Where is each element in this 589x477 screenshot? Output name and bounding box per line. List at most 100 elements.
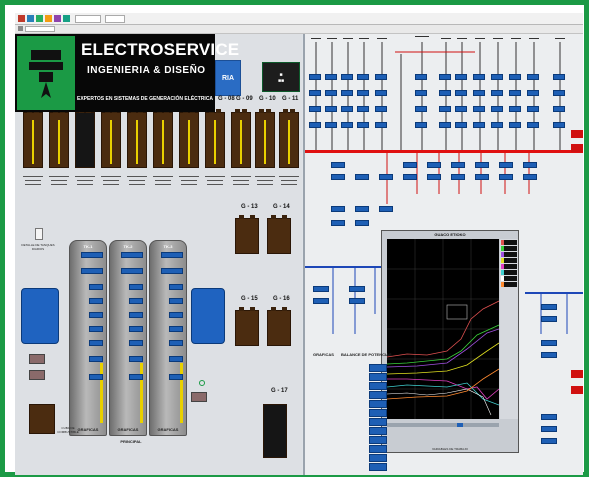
header-brand-badge: ■ ■■ <box>262 62 300 92</box>
graph-scroll-thumb[interactable] <box>457 423 463 427</box>
generator-unit[interactable] <box>235 307 259 346</box>
graph-title: GUACO ETIOKO <box>434 232 466 237</box>
bus-value-box <box>349 286 365 292</box>
tank-label: TK-2 <box>123 244 133 249</box>
tank-value-box <box>129 374 143 380</box>
feeder-value-box <box>341 122 353 128</box>
tank-value-box <box>129 312 143 318</box>
gen-label: G - 17 <box>271 388 288 394</box>
gen-label: G - 10 <box>259 96 276 102</box>
feeder-value-box <box>491 122 503 128</box>
graph-scrollbar[interactable] <box>387 423 499 427</box>
valve-icon[interactable] <box>199 380 205 386</box>
tank-value-box <box>89 312 103 318</box>
gen-label: G - 11 <box>282 96 299 102</box>
feeder-value-box <box>473 122 485 128</box>
toolbar-icon[interactable] <box>36 15 43 22</box>
tank-value-box <box>161 252 183 258</box>
pump-icon[interactable] <box>191 392 207 402</box>
generator-unit[interactable] <box>23 109 43 168</box>
app-icon[interactable] <box>18 15 25 22</box>
generator-unit[interactable] <box>255 109 275 168</box>
bus-value-box <box>313 298 329 304</box>
bus-value-box <box>313 286 329 292</box>
generator-unit[interactable] <box>267 307 291 346</box>
toolbar-field[interactable] <box>105 15 125 23</box>
right-pane: GUACO ETIOKO VARIABLES DE TRABAJO GRAFIC… <box>303 34 583 475</box>
tank-value-box <box>169 312 183 318</box>
window-titlebar <box>15 13 583 25</box>
generator-unit[interactable] <box>179 109 199 168</box>
generator-unit[interactable] <box>263 404 287 458</box>
feeder-value-box <box>509 74 521 80</box>
feeder-value-box <box>473 74 485 80</box>
gen-label: G - 09 <box>236 96 253 102</box>
toolbar-icon[interactable] <box>54 15 61 22</box>
tank-value-box <box>129 284 143 290</box>
feeder-value-box <box>375 90 387 96</box>
gen-label: G - 08 <box>218 96 235 102</box>
plug-icon <box>29 50 63 98</box>
generator-unit[interactable] <box>75 109 95 168</box>
left-pane: ELECTROSERVICE INGENIERIA & DISEÑO EXPER… <box>15 34 302 475</box>
balance-side-links[interactable] <box>313 386 331 426</box>
principal-label: PRINCIPAL <box>120 439 142 444</box>
feeder-value-box <box>415 122 427 128</box>
tank-value-box <box>89 374 103 380</box>
toolbar-icon[interactable] <box>27 15 34 22</box>
branch-value-box <box>523 162 537 168</box>
fuel-panel-right[interactable] <box>191 288 225 344</box>
tank-level <box>180 363 183 423</box>
generator-unit[interactable] <box>235 215 259 254</box>
feeder-value-box <box>375 122 387 128</box>
generator-unit[interactable] <box>279 109 299 168</box>
generator-unit[interactable] <box>267 215 291 254</box>
branch-value-box <box>475 162 489 168</box>
tank-label: TK-1 <box>83 244 93 249</box>
tab-icon[interactable] <box>18 26 23 31</box>
tank-graph-link[interactable]: GRAFICAS <box>150 427 186 432</box>
toolbar-field[interactable] <box>75 15 101 23</box>
tab-bar <box>15 25 583 34</box>
toolbar-icon[interactable] <box>45 15 52 22</box>
generator-unit[interactable] <box>127 109 147 168</box>
branch-value-box <box>355 206 369 212</box>
feeder-value-box <box>357 106 369 112</box>
tank-value-box <box>81 268 103 274</box>
branch-value-box <box>403 162 417 168</box>
balance-title: BALANCE DE POTENCIAS <box>341 352 392 357</box>
generator-unit[interactable] <box>49 109 69 168</box>
pump-icon[interactable] <box>29 354 45 364</box>
pump-icon[interactable] <box>29 370 45 380</box>
branch-value-box <box>355 174 369 180</box>
generator-unit[interactable] <box>205 109 225 168</box>
tank-value-box <box>169 298 183 304</box>
feeder-value-box <box>553 74 565 80</box>
fuel-cube-label: CUBA DE COMBUSTIBLE <box>57 426 79 434</box>
tank-level <box>100 363 103 423</box>
feeder-value-box <box>325 74 337 80</box>
feeder-value-box <box>491 106 503 112</box>
generator-unit[interactable] <box>153 109 173 168</box>
feeder-value-box <box>455 90 467 96</box>
generator-captions <box>21 174 299 192</box>
feeder-value-box <box>309 90 321 96</box>
bus-value-box <box>541 340 557 346</box>
generator-unit[interactable] <box>101 109 121 168</box>
tab-item[interactable] <box>25 26 55 32</box>
tank-graph-link[interactable]: GRAFICAS <box>110 427 146 432</box>
generator-unit[interactable] <box>231 109 251 168</box>
feeder-value-box <box>553 90 565 96</box>
bus-value-box <box>541 352 557 358</box>
graphs-label[interactable]: GRAFICAS <box>313 352 334 357</box>
feeder-value-box <box>439 106 451 112</box>
feeder-value-box <box>309 122 321 128</box>
toolbar-icon[interactable] <box>63 15 70 22</box>
feeder-value-box <box>357 122 369 128</box>
fuel-panel-left[interactable] <box>21 288 59 344</box>
switch-icon[interactable] <box>35 228 43 240</box>
feeder-value-box <box>491 74 503 80</box>
detail-label: DETALLE DE TANQUES DIARIOS <box>21 243 55 251</box>
feeder-value-box <box>509 90 521 96</box>
feeder-value-box <box>553 106 565 112</box>
